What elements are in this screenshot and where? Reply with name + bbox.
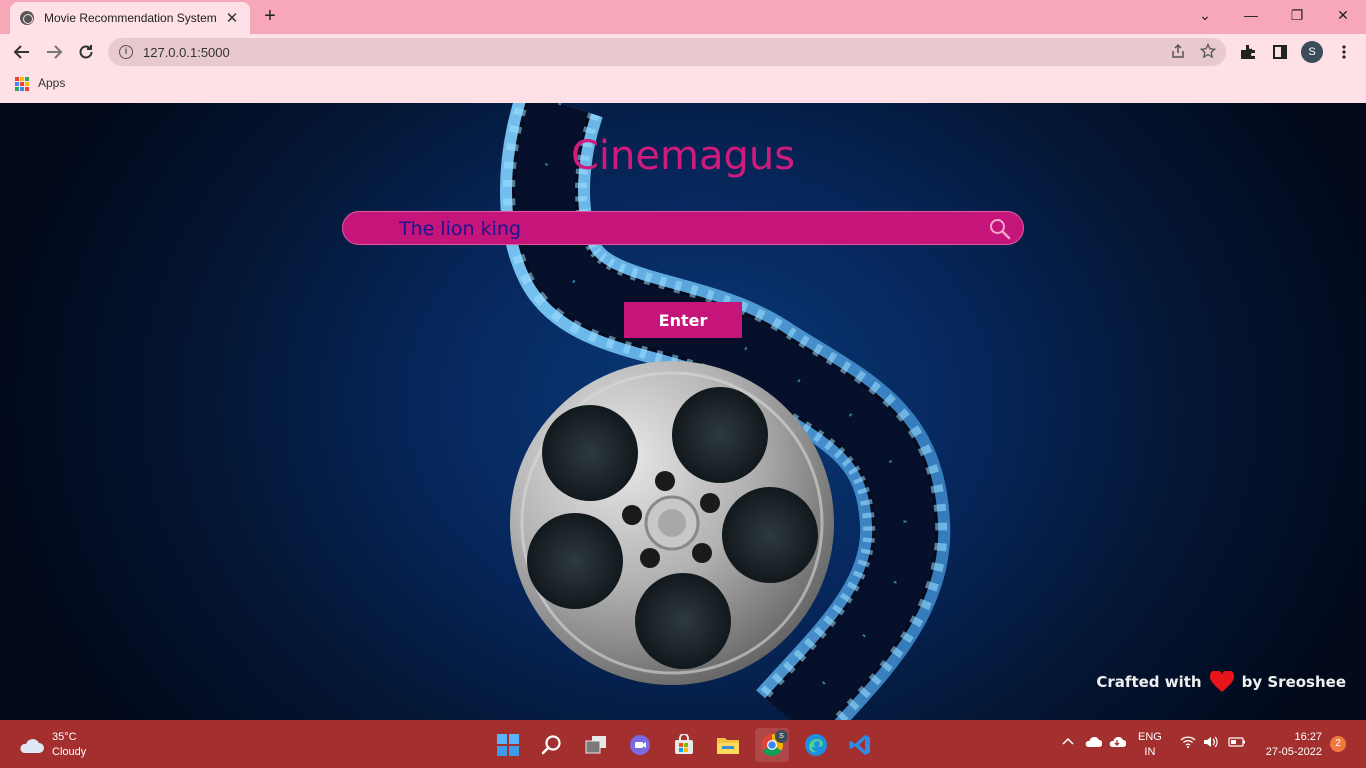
tab-title: Movie Recommendation System [44,11,217,25]
chrome-profile-badge: S [775,730,788,743]
start-button[interactable] [491,728,525,762]
profile-avatar[interactable]: S [1301,41,1323,63]
tab-search-button[interactable]: ⌄ [1182,0,1228,30]
clock-date: 27-05-2022 [1265,746,1322,758]
search-icon [541,735,561,755]
side-panel-icon[interactable] [1270,42,1290,62]
vscode-icon [849,735,870,755]
clock[interactable]: 16:27 27-05-2022 [1258,730,1322,760]
edge-icon [805,734,827,756]
footer-prefix: Crafted with [1096,673,1202,691]
cloud-sync-icon[interactable] [1108,736,1127,751]
film-reel-illustration [500,103,951,720]
browser-tab[interactable]: Movie Recommendation System ✕ [10,2,250,34]
vscode-button[interactable] [843,728,877,762]
bookmarks-bar [0,70,1366,103]
edge-button[interactable] [799,728,833,762]
store-button[interactable] [667,728,701,762]
wifi-icon[interactable] [1180,736,1196,751]
reload-button[interactable] [73,39,99,65]
minimize-button[interactable]: — [1228,0,1274,30]
forward-arrow-icon [47,45,63,59]
weather-temp: 35°C [52,731,77,743]
lang-code: ENG [1138,731,1162,743]
tab-close-button[interactable]: ✕ [224,9,240,27]
notification-badge[interactable]: 2 [1330,736,1346,752]
url-text: 127.0.0.1:5000 [143,44,230,60]
reload-icon [79,45,93,59]
teams-icon [630,735,650,755]
clock-time: 16:27 [1294,731,1322,743]
new-tab-button[interactable]: + [259,4,281,28]
enter-button[interactable]: Enter [624,302,742,338]
teams-chat-button[interactable] [623,728,657,762]
bookmark-star-icon[interactable] [1200,43,1216,59]
menu-kebab-icon[interactable] [1334,42,1354,62]
search-bar [342,211,1024,246]
footer-suffix: by Sreoshee [1241,673,1346,691]
volume-icon[interactable] [1203,736,1219,751]
cloud-icon [20,739,44,753]
share-icon[interactable] [1170,43,1186,59]
task-view-button[interactable] [579,728,613,762]
onedrive-cloud-icon[interactable] [1084,736,1103,751]
tray-overflow-chevron-icon[interactable] [1062,736,1074,749]
restore-button[interactable]: ❐ [1274,0,1320,30]
address-bar[interactable]: i 127.0.0.1:5000 [108,38,1226,66]
taskbar-search-button[interactable] [535,728,569,762]
file-explorer-button[interactable] [711,728,745,762]
battery-icon[interactable] [1228,736,1246,751]
chrome-button[interactable]: S [755,728,789,762]
extensions-icon[interactable] [1238,42,1258,62]
search-icon[interactable] [989,218,1011,240]
browser-toolbar: i 127.0.0.1:5000 [0,34,1366,70]
back-button[interactable] [9,39,35,65]
site-title: Cinemagus [570,133,796,179]
page-content: Cinemagus Enter Crafted with by Sreoshee [0,103,1366,720]
globe-icon [20,11,34,25]
lang-region: IN [1144,746,1156,758]
site-info-icon[interactable]: i [119,45,133,59]
movie-search-input[interactable] [399,212,959,246]
footer-credit: Crafted with by Sreoshee [1096,671,1346,693]
task-view-icon [585,736,606,754]
heart-icon [1209,671,1234,692]
back-arrow-icon [13,45,29,59]
start-icon [497,734,519,756]
weather-widget[interactable]: 35°C Cloudy [18,730,86,760]
close-window-button[interactable]: ✕ [1320,0,1366,30]
weather-condition: Cloudy [52,746,87,758]
file-explorer-icon [717,738,739,754]
apps-grid-icon[interactable] [15,77,29,91]
apps-bookmark[interactable]: Apps [38,76,65,90]
tab-strip: Movie Recommendation System ✕ + ⌄ — ❐ ✕ [0,0,1366,34]
store-icon [675,734,693,754]
forward-button[interactable] [41,39,67,65]
language-indicator[interactable]: ENG IN [1138,730,1162,760]
